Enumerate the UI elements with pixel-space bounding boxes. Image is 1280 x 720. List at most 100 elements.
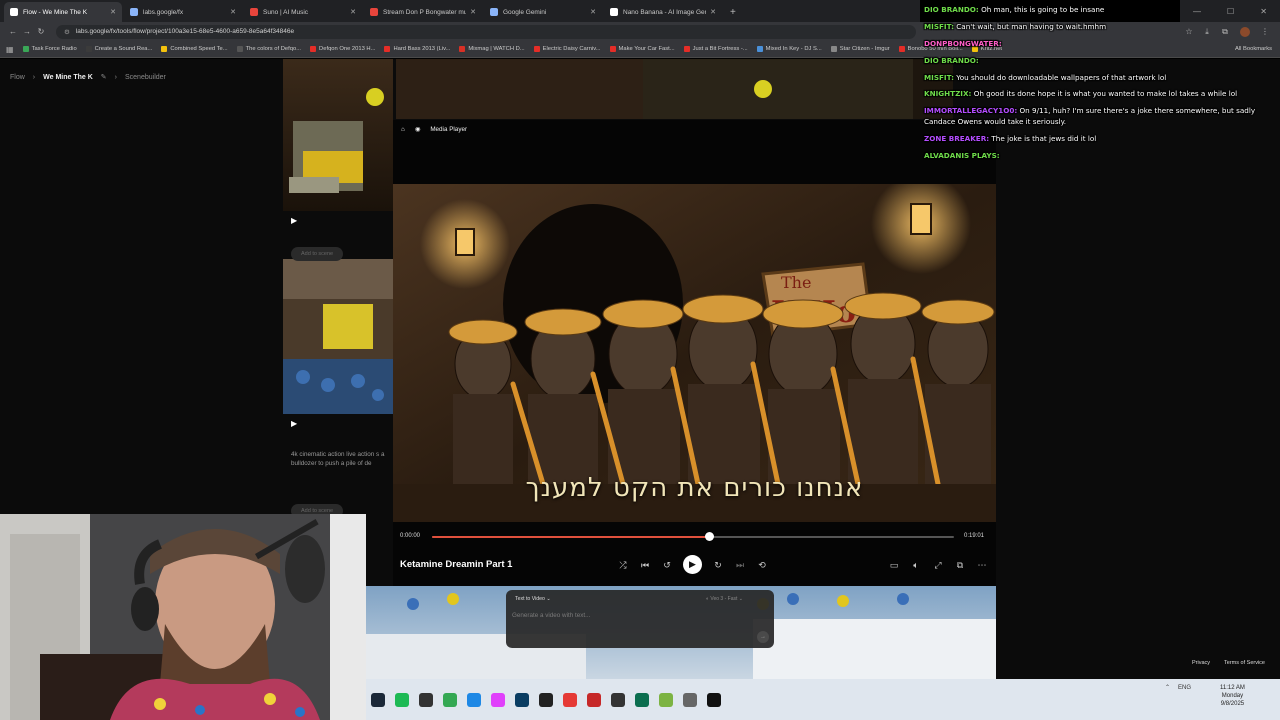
breadcrumb-project[interactable]: We Mine The K [43,74,93,81]
settings-icon[interactable] [683,692,697,707]
app-icon[interactable] [611,692,625,707]
bookmark-item[interactable]: The colors of Defqo... [236,46,301,52]
chat-message: DonPBongwater: [924,39,1280,50]
next-icon[interactable]: ⏭ [733,558,747,572]
forward-skip-icon[interactable]: ↻ [711,558,725,572]
breadcrumb-scenebuilder[interactable]: Scenebuilder [125,74,166,81]
chrome-icon[interactable] [443,692,457,707]
bookmark-item[interactable]: Mixmag | WATCH D... [459,46,525,52]
repeat-off-icon[interactable]: ⟲ [755,558,769,572]
home-icon[interactable]: ⌂ [401,126,405,133]
seek-handle[interactable] [704,532,714,541]
fullscreen-icon[interactable]: ⤢ [931,558,945,572]
rewind-icon[interactable]: ↺ [660,558,674,572]
play-icon[interactable]: ▶ [291,419,297,428]
cast-icon[interactable]: ⧉ [953,558,967,572]
close-tab-icon[interactable]: ✕ [590,8,596,16]
chat-username: DonPBongwater: [924,38,1002,48]
apps-icon[interactable]: ▦ [6,45,14,54]
chat-message: Dio Brando: [924,56,1280,67]
bookmark-item[interactable]: Electric Daisy Carniv... [533,46,601,52]
notion-icon[interactable] [539,692,553,707]
steam-icon[interactable] [371,692,385,707]
app-icon[interactable] [419,692,433,707]
chat-username: Knightzix: [924,89,972,99]
chat-message: Misfit: You should do downloadable wallp… [924,73,1280,84]
app-icon[interactable] [635,692,649,707]
bookmark-item[interactable]: Star Citizen - Imgur [830,46,890,52]
app-icon[interactable] [587,692,601,707]
bookmark-favicon [161,46,168,52]
back-icon[interactable]: ← [6,27,20,36]
seek-bar-fill [432,536,709,538]
chat-message: ImmortalLegacy1O0: On 9/11, huh? I'm sur… [924,106,1280,127]
close-tab-icon[interactable]: ✕ [350,8,356,16]
tab-favicon [130,8,138,16]
edge-icon[interactable] [467,692,481,707]
chat-username: Alvadanis Plays: [924,150,1000,160]
browser-tab[interactable]: Stream Don P Bongwater music✕ [364,2,482,22]
bookmark-item[interactable]: Hard Bass 2013 (Liv... [384,46,450,52]
bookmark-item[interactable]: Just a Bit Fortress -... [683,46,748,52]
send-arrow-icon[interactable]: → [757,631,769,643]
spotify-icon[interactable] [395,692,409,707]
bookmark-favicon [830,46,837,52]
bookmark-item[interactable]: Mixed In Key - DJ S... [756,46,822,52]
lang-indicator[interactable]: ENG [1178,685,1191,691]
browser-tab[interactable]: Suno | AI Music ✕ [244,2,362,22]
bookmark-item[interactable]: Combined Speed Te... [161,46,228,52]
close-tab-icon[interactable]: ✕ [470,8,476,16]
volume-icon[interactable]: 🔈︎ [909,558,923,572]
chevron-right-icon: › [32,73,36,81]
tab-title: Stream Don P Bongwater music [383,8,467,16]
clock[interactable]: 11:12 AM Monday 9/8/2025 [1220,684,1245,708]
opera-icon[interactable] [563,692,577,707]
seek-bar[interactable] [432,536,954,538]
model-select[interactable]: ◐ Veo 3 - Fast ⌄ [706,596,743,602]
close-tab-icon[interactable]: ✕ [230,8,236,16]
chevron-up-icon[interactable]: ⌃ [1165,684,1170,691]
prompt-input[interactable]: Generate a video with text... [512,612,590,619]
browser-tab[interactable]: Nano Banana - AI Image Gene ✕ [604,2,722,22]
app-icon[interactable] [659,692,673,707]
terms-link[interactable]: Terms of Service [1224,660,1265,666]
chat-text: Oh good its done hope it is what you wan… [973,89,1238,99]
bookmark-item[interactable]: Make Your Car Fast... [609,46,675,52]
tab-title: Google Gemini [503,8,547,16]
forward-icon[interactable]: → [20,27,34,36]
edit-icon[interactable]: ✎ [101,73,107,81]
add-to-scene-button[interactable]: Add to scene [291,247,344,261]
play-icon[interactable]: ▶ [291,216,297,225]
reload-icon[interactable]: ↻ [34,27,48,36]
browser-tab[interactable]: Flow - We Mine The K ✕ [4,2,122,22]
bookmark-item[interactable]: Task Force Radio [22,46,77,52]
previous-icon[interactable]: ⏮ [638,558,652,572]
bookmark-favicon [22,46,29,52]
bookmark-item[interactable]: Defqon One 2013 H... [310,46,375,52]
privacy-link[interactable]: Privacy [1192,660,1210,666]
site-info-icon[interactable]: ⚙ [64,28,70,36]
close-tab-icon[interactable]: ✕ [110,8,116,16]
breadcrumb: Flow › We Mine The K ✎ › Scenebuilder [10,73,166,82]
chat-text: The joke is that jews did it lol [991,133,1097,143]
new-tab-button[interactable]: + [724,7,742,22]
tab-title: Suno | AI Music [263,8,309,16]
paint-icon[interactable] [491,692,505,707]
tab-bar: Flow - We Mine The K ✕ labs.google/fx ✕ Suno… [0,0,920,22]
browser-tab[interactable]: Google Gemini ✕ [484,2,602,22]
photoshop-icon[interactable] [515,692,529,707]
browser-tab[interactable]: labs.google/fx ✕ [124,2,242,22]
url-field[interactable]: ⚙ labs.google/fx/tools/flow/project/100a… [56,24,916,39]
play-button[interactable]: ▶ [683,555,702,574]
player-header-label: Media Player [430,125,468,133]
obs-icon[interactable] [707,692,721,707]
more-options-icon[interactable]: ⋯ [975,558,989,572]
shuffle-icon[interactable]: ⤮ [616,558,630,572]
close-tab-icon[interactable]: ✕ [710,8,716,16]
breadcrumb-flow[interactable]: Flow [10,74,25,81]
bookmark-item[interactable]: Create a Sound Rea... [85,46,152,52]
video-frame[interactable]: The K Hole [393,184,996,522]
prompt-mode-select[interactable]: Text to Video ⌄ [515,596,551,602]
miniplayer-icon[interactable]: ▭ [887,558,901,572]
webcam-feed [0,514,366,720]
